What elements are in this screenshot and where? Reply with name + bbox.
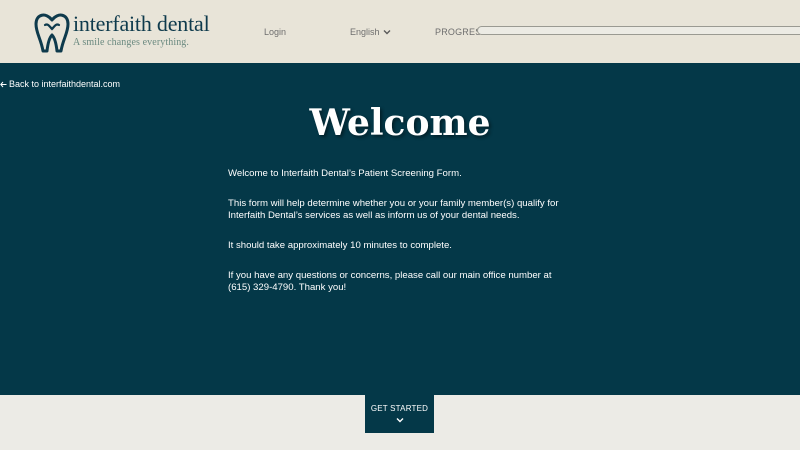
welcome-paragraph: If you have any questions or concerns, p… xyxy=(228,270,552,293)
chevron-down-icon xyxy=(383,30,391,35)
logo-name: interfaith dental xyxy=(73,11,210,36)
logo-link[interactable]: interfaith dental A smile changes everyt… xyxy=(34,11,210,53)
page: interfaith dental A smile changes everyt… xyxy=(0,0,800,450)
welcome-paragraph: This form will help determine whether yo… xyxy=(228,198,559,221)
get-started-button[interactable]: GET STARTED xyxy=(365,395,434,433)
page-title: Welcome xyxy=(309,102,491,144)
language-select[interactable]: English xyxy=(350,26,391,38)
chevron-down-icon xyxy=(396,418,403,423)
login-link[interactable]: Login xyxy=(264,26,286,38)
welcome-text: Welcome to Interfaith Dental’s Patient S… xyxy=(228,168,576,312)
language-selected-label: English xyxy=(350,27,380,37)
welcome-panel: Back to interfaithdental.com Welcome Wel… xyxy=(0,63,800,395)
back-to-site-link[interactable]: Back to interfaithdental.com xyxy=(0,78,120,90)
logo-tagline: A smile changes everything. xyxy=(73,37,190,48)
back-link-label: Back to interfaithdental.com xyxy=(9,79,121,89)
progress-bar xyxy=(477,26,800,35)
header-bar: interfaith dental A smile changes everyt… xyxy=(0,0,800,63)
arrow-left-icon xyxy=(0,81,7,87)
footer-bar: GET STARTED xyxy=(0,395,800,450)
welcome-paragraph: Welcome to Interfaith Dental’s Patient S… xyxy=(228,168,462,179)
tooth-heart-logo-icon xyxy=(34,13,70,53)
welcome-paragraph: It should take approximately 10 minutes … xyxy=(228,240,452,251)
get-started-label: GET STARTED xyxy=(370,404,429,413)
logo-text: interfaith dental A smile changes everyt… xyxy=(73,11,210,49)
